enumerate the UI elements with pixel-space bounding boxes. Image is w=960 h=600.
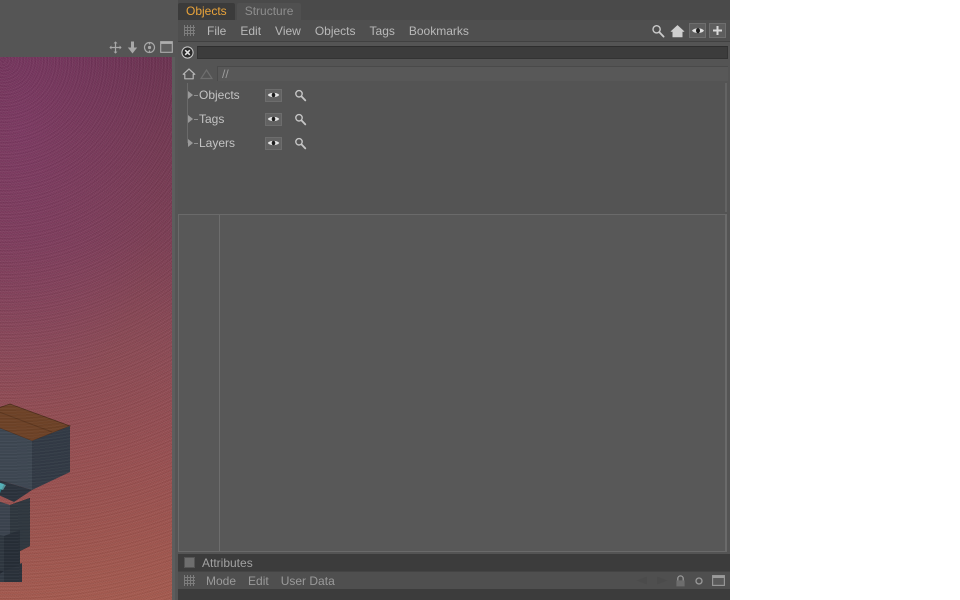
tab-structure[interactable]: Structure xyxy=(236,3,302,20)
search-input[interactable] xyxy=(197,46,728,59)
object-manager-search-row xyxy=(178,43,730,62)
tree-connector xyxy=(194,142,198,144)
tree-connector xyxy=(194,118,198,120)
object-manager-content-area[interactable] xyxy=(178,214,727,552)
search-icon[interactable] xyxy=(292,112,308,126)
menu-user-data[interactable]: User Data xyxy=(275,572,341,590)
visibility-eye-icon[interactable] xyxy=(265,88,282,102)
search-icon[interactable] xyxy=(649,23,666,38)
go-up-icon[interactable] xyxy=(199,66,214,81)
visibility-eye-icon[interactable] xyxy=(265,136,282,150)
viewport-toolbar xyxy=(0,38,178,56)
visibility-eye-icon[interactable] xyxy=(689,23,706,38)
content-gutter-column xyxy=(179,215,220,551)
search-icon[interactable] xyxy=(292,88,308,102)
visibility-eye-icon[interactable] xyxy=(265,112,282,126)
attributes-menubar-icons xyxy=(635,574,730,587)
object-manager-menubar-icons xyxy=(649,23,730,38)
menu-objects[interactable]: Objects xyxy=(308,22,363,40)
menu-view[interactable]: View xyxy=(268,22,308,40)
clear-circle-icon[interactable] xyxy=(181,46,194,59)
attributes-manager-menubar: Mode Edit User Data xyxy=(178,571,730,589)
panel-toggle-icon[interactable] xyxy=(184,557,195,568)
render-grain-overlay xyxy=(0,57,175,600)
content-list[interactable] xyxy=(220,215,725,551)
tree-row-tags[interactable]: Tags xyxy=(178,107,725,131)
viewport-panel xyxy=(0,0,178,600)
menu-bookmarks[interactable]: Bookmarks xyxy=(402,22,476,40)
search-icon[interactable] xyxy=(292,136,308,150)
attributes-manager-header: Attributes xyxy=(178,554,730,571)
object-manager-menubar: File Edit View Objects Tags Bookmarks xyxy=(178,20,730,42)
expand-triangle-icon[interactable] xyxy=(188,91,193,99)
tree-connector xyxy=(194,94,198,96)
attributes-title: Attributes xyxy=(202,555,253,570)
object-manager-tree: Objects Tags Layers xyxy=(178,83,727,212)
expand-triangle-icon[interactable] xyxy=(188,139,193,147)
home-icon[interactable] xyxy=(669,23,686,38)
forward-arrow-icon[interactable] xyxy=(654,575,668,587)
tree-label: Tags xyxy=(199,112,225,126)
object-manager-path-row: // xyxy=(178,64,730,83)
axis-target-icon[interactable] xyxy=(142,40,157,55)
home-icon[interactable] xyxy=(181,66,196,81)
tree-label: Layers xyxy=(199,136,236,150)
attributes-manager-panel: Attributes Mode Edit User Data xyxy=(178,554,730,600)
drag-grip-icon[interactable] xyxy=(184,25,195,36)
drag-grip-icon[interactable] xyxy=(184,575,195,586)
tree-label: Objects xyxy=(199,88,240,102)
object-manager-tabstrip: Objects Structure xyxy=(178,0,730,20)
menu-mode[interactable]: Mode xyxy=(200,572,242,590)
menu-tags[interactable]: Tags xyxy=(363,22,402,40)
expand-triangle-icon[interactable] xyxy=(188,115,193,123)
tree-row-layers[interactable]: Layers xyxy=(178,131,725,155)
tab-objects[interactable]: Objects xyxy=(178,3,235,20)
path-field[interactable]: // xyxy=(217,66,728,81)
down-arrow-icon[interactable] xyxy=(125,40,140,55)
render-region-icon[interactable] xyxy=(159,40,174,55)
layout-icon[interactable] xyxy=(711,575,725,587)
menu-edit[interactable]: Edit xyxy=(233,22,268,40)
move-tool-icon[interactable] xyxy=(108,40,123,55)
pin-icon[interactable] xyxy=(692,575,706,587)
add-icon[interactable] xyxy=(709,23,726,38)
back-arrow-icon[interactable] xyxy=(635,575,649,587)
viewport-render-area[interactable] xyxy=(0,57,175,600)
menu-file[interactable]: File xyxy=(200,22,233,40)
lock-icon[interactable] xyxy=(673,574,687,587)
object-manager-panel: Objects Structure File Edit View Objects… xyxy=(178,0,730,600)
viewport-right-edge xyxy=(172,57,175,600)
menu-edit[interactable]: Edit xyxy=(242,572,275,590)
page-background-filler xyxy=(730,0,960,600)
tree-row-objects[interactable]: Objects xyxy=(178,83,725,107)
